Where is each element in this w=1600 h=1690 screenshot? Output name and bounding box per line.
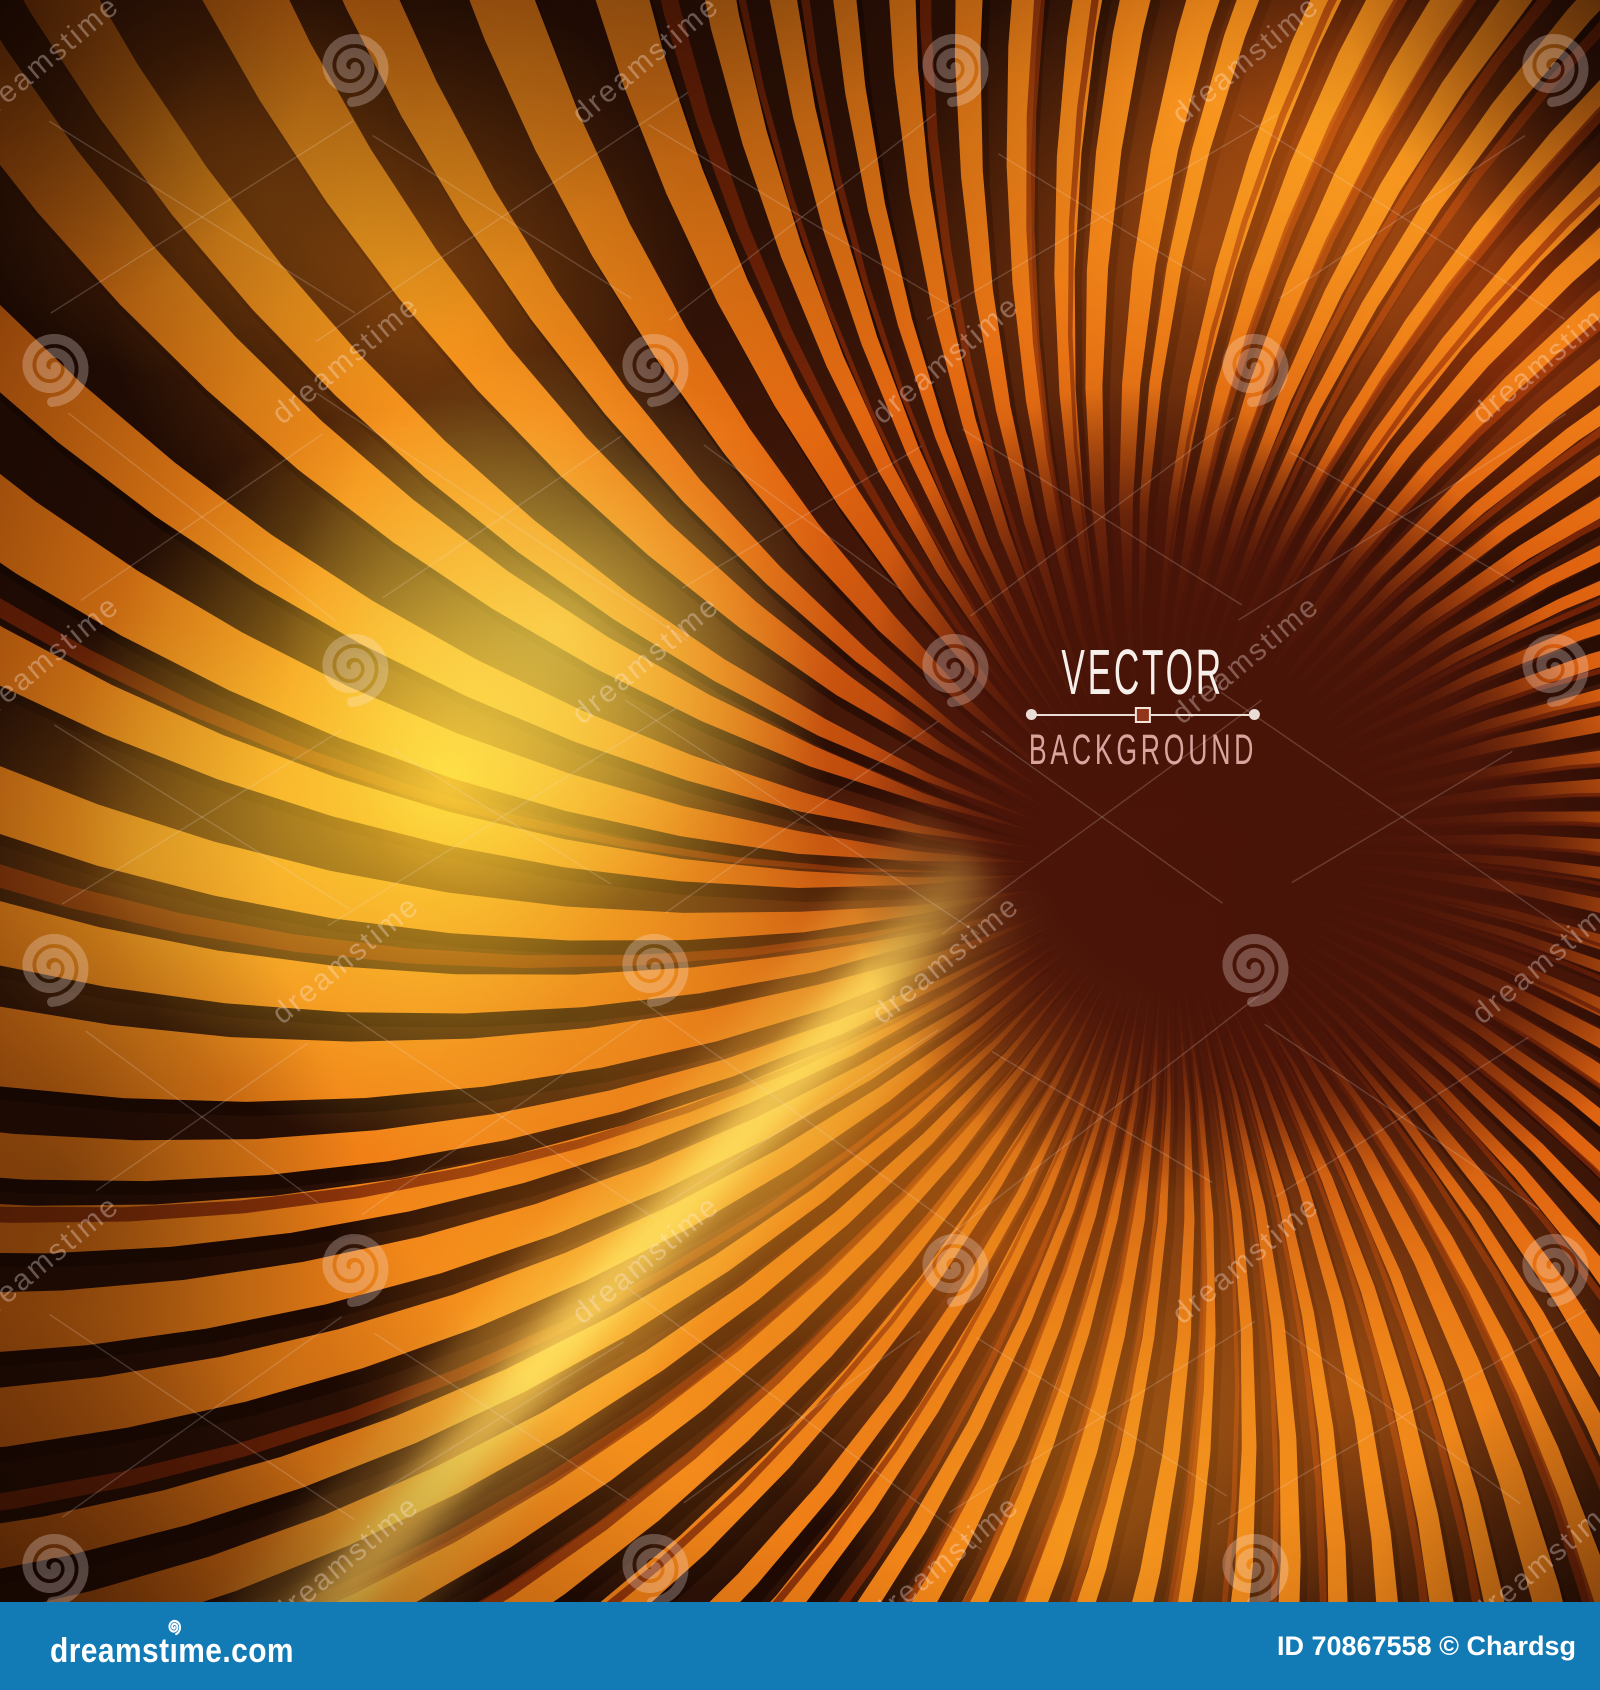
logo-text-pre: dreamst	[50, 1632, 170, 1670]
label-subtitle: BACKGROUND	[1028, 726, 1258, 774]
divider-square-icon	[1134, 707, 1151, 723]
logo-spiral-icon	[168, 1619, 181, 1636]
center-label: VECTOR BACKGROUND	[959, 640, 1327, 772]
logo-text-post: me.com	[178, 1632, 294, 1670]
label-divider	[1025, 707, 1260, 723]
watermarked-stock-image: VECTOR BACKGROUND dreamstime dreamstime dr…	[0, 0, 1600, 1690]
image-credit: ID 70867558 © Chardsg	[1276, 1630, 1576, 1661]
dreamstime-logo: dreamst ı me.com	[50, 1619, 294, 1670]
logo-letter-i: ı	[168, 1619, 181, 1668]
label-title: VECTOR	[1061, 636, 1225, 708]
burst-canvas	[0, 0, 1600, 1602]
watermark-footer-bar: dreamst ı me.com ID 70867558 © Chardsg	[0, 1602, 1600, 1690]
abstract-burst-artwork: VECTOR BACKGROUND dreamstime dreamstime dr…	[0, 0, 1600, 1602]
